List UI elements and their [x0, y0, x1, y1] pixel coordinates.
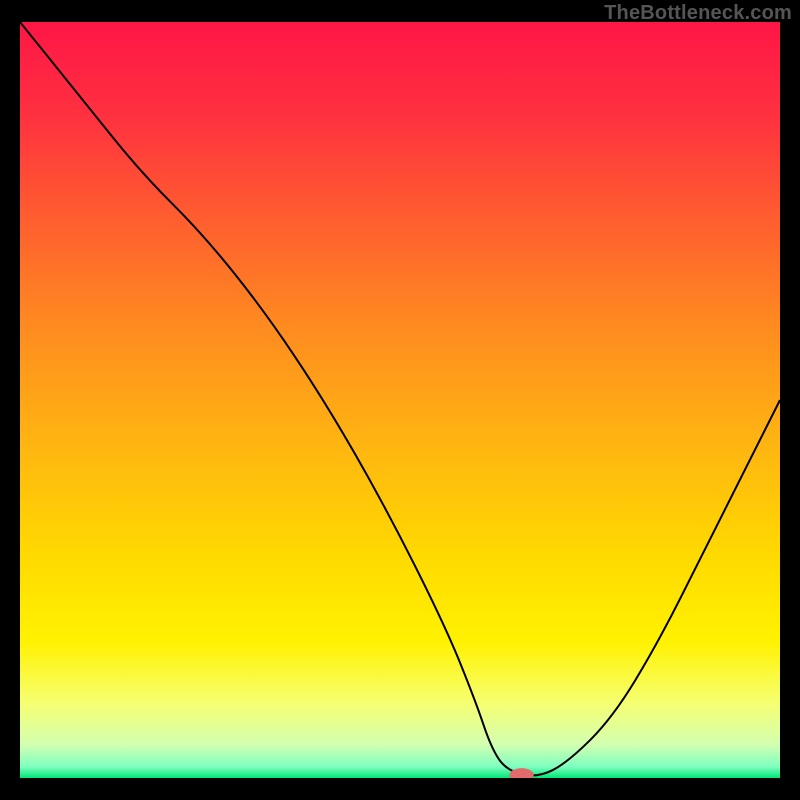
chart-frame: TheBottleneck.com [0, 0, 800, 800]
bottleneck-chart [20, 22, 780, 778]
plot-area [20, 22, 780, 778]
gradient-background [20, 22, 780, 778]
